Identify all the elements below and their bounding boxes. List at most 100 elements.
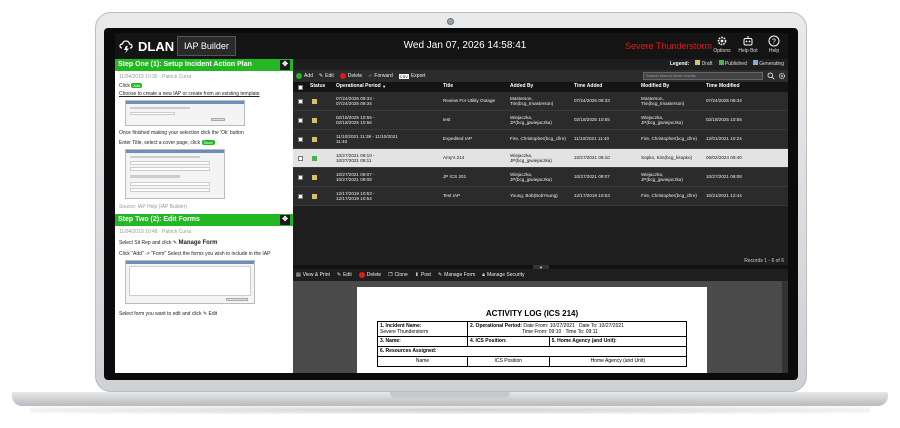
header-time-added[interactable]: Time Added (574, 82, 602, 92)
header-title[interactable]: Title (443, 82, 453, 92)
form-title: ACTIVITY LOG (ICS 214) (485, 309, 579, 318)
row-checkbox[interactable] (298, 149, 303, 167)
plus-icon (296, 73, 302, 79)
time-modified-cell: 12/01/2021 10:24 (706, 136, 742, 142)
time-added-cell: 12/17/2019 10:53 (574, 193, 610, 199)
incident-name-value: Severe Thunderstorm (380, 329, 429, 335)
gear-icon (717, 36, 727, 46)
header-added-by[interactable]: Added By (510, 82, 533, 92)
period-cell: 07/24/2025 09:33 - 07/24/2025 09:34 (336, 95, 375, 107)
modified-by-cell: Masterson, Tim(bcg_tmasterson) (641, 95, 685, 107)
published-icon (312, 155, 317, 161)
checkbox[interactable] (298, 84, 303, 90)
form-preview-document: ACTIVITY LOG (ICS 214) 1. Incident Name:… (357, 287, 707, 373)
checkbox[interactable] (298, 155, 303, 161)
draft-icon (312, 174, 317, 180)
header-checkbox[interactable] (298, 82, 303, 92)
step-two-header[interactable]: Step Two (2): Edit Forms ✥ (115, 214, 293, 226)
step-one-header[interactable]: Step One (1): Setup Incident Action Plan… (115, 59, 293, 71)
app-logo[interactable]: DLAN (119, 36, 174, 56)
status-cell (312, 187, 317, 205)
header-operational-period-label: Operational Period (336, 83, 381, 90)
checkbox[interactable] (298, 136, 303, 142)
row-checkbox[interactable] (298, 111, 303, 129)
help-bot-button[interactable]: Help Bot (738, 35, 758, 54)
time-from-value: 09:10 (548, 329, 562, 335)
preview-scrollbar[interactable] (782, 281, 788, 373)
post-button[interactable]: ⬇ Post (415, 272, 431, 278)
generating-icon (752, 60, 758, 65)
period-cell: 02/18/2025 10:55 - 02/18/2025 10:56 (336, 114, 375, 126)
preview-edit-button[interactable]: ✎ Edit (337, 272, 352, 278)
checkbox[interactable] (298, 174, 303, 180)
step-one-meta: 11/04/2019 10:30 · Patrick Curra (119, 74, 192, 80)
forms-list-thumbnail (125, 260, 255, 304)
logo-text: DLAN (138, 38, 175, 54)
legend: Legend: Draft Published Generating (670, 60, 784, 67)
options-button[interactable]: Options (712, 35, 732, 54)
preview-delete-button[interactable]: Delete (358, 272, 382, 278)
table-row[interactable]: 10/27/2021 09:10 - 10/27/2021 09:11 Amy's… (293, 149, 788, 168)
select-edit-label: Select form you want to edit and click (119, 311, 202, 317)
expand-icon[interactable]: ✥ (280, 215, 290, 225)
active-incident-alert[interactable]: Severe Thunderstorm (625, 33, 712, 59)
col-name: Name (377, 356, 468, 367)
tab-iap-builder[interactable]: IAP Builder (177, 36, 236, 56)
search-input[interactable]: Search search these results (643, 72, 763, 80)
edit-button[interactable]: ✎ Edit (319, 73, 334, 79)
forward-button[interactable]: ➶ Forward (368, 73, 393, 79)
export-button[interactable]: CSV Export (398, 73, 426, 79)
period-cell: 10/27/2021 09:07 - 10/27/2021 09:08 (336, 171, 375, 183)
header-operational-period[interactable]: Operational Period ▼ (336, 82, 386, 92)
view-print-button[interactable]: ▤ View & Print (296, 272, 330, 278)
table-row[interactable]: 02/18/2025 10:55 - 02/18/2025 10:56 test W… (293, 111, 788, 130)
pin-icon: ⬇ (414, 272, 419, 278)
svg-text:?: ? (772, 39, 776, 46)
table-row[interactable]: 11/10/2021 11:39 - 11/10/2021 11:40 Exped… (293, 130, 788, 149)
delete-label: Delete (347, 73, 363, 79)
ics-position-cell: 4. ICS Position: (467, 336, 550, 347)
form-table: 1. Incident Name: Severe Thunderstorm 2. … (377, 321, 688, 367)
laptop-shadow (30, 406, 870, 414)
home-agency-cell: 5. Home Agency (and Unit): (548, 336, 688, 347)
row-checkbox[interactable] (298, 92, 303, 110)
expand-icon[interactable]: ✥ (280, 60, 290, 70)
header-status[interactable]: Status (310, 82, 325, 92)
options-label: Options (713, 48, 731, 54)
table-row[interactable]: 07/24/2025 09:33 - 07/24/2025 09:34 Revie… (293, 92, 788, 111)
add-button[interactable]: Add (296, 73, 313, 79)
row-checkbox[interactable] (298, 130, 303, 148)
lightning-cloud-icon (119, 40, 133, 54)
preview-delete-label: Delete (366, 272, 382, 278)
modified-by-cell: Wiejaczka, JP(bcg_jpwiejaczka) (641, 114, 683, 126)
choose-link: Choose to create a new IAP or create fro… (119, 91, 260, 97)
draft-icon (312, 136, 317, 142)
published-label: Published (724, 61, 747, 67)
clone-button[interactable]: ❐ Clone (388, 272, 408, 278)
top-bar: DLAN IAP Builder Wed Jan 07, 2026 14:58:… (115, 33, 788, 59)
table-row[interactable]: 12/17/2019 10:53 - 12/17/2019 10:54 Test … (293, 187, 788, 206)
header-modified-by[interactable]: Modified By (641, 82, 669, 92)
help-button[interactable]: ? Help (764, 35, 784, 54)
search-icon[interactable] (767, 72, 775, 80)
manage-form-button[interactable]: ✎ Manage Form (438, 272, 475, 278)
export-label: Export (410, 73, 426, 79)
legend-draft: Draft (695, 60, 713, 67)
legend-generating: Generating (752, 60, 784, 67)
csv-icon: CSV (398, 73, 409, 79)
records-count: Records 1 - 6 of 6 (744, 258, 784, 264)
time-to-value: 09:11 (585, 329, 598, 335)
row-checkbox[interactable] (298, 187, 303, 205)
checkbox[interactable] (298, 98, 303, 104)
clock: Wed Jan 07, 2026 14:58:41 (403, 40, 527, 51)
table-row[interactable]: 10/27/2021 09:07 - 10/27/2021 09:08 JP IC… (293, 168, 788, 187)
checkbox[interactable] (298, 117, 303, 123)
status-cell (312, 149, 317, 167)
modified-by-cell: Fire, Christopher(bcg_cfire) (641, 136, 697, 142)
row-checkbox[interactable] (298, 168, 303, 186)
header-time-modified[interactable]: Time Modified (706, 82, 740, 92)
manage-security-button[interactable]: 🔒︎ Manage Security (482, 272, 524, 278)
gear-icon[interactable] (778, 72, 786, 80)
delete-button[interactable]: Delete (339, 73, 363, 79)
checkbox[interactable] (298, 193, 303, 199)
